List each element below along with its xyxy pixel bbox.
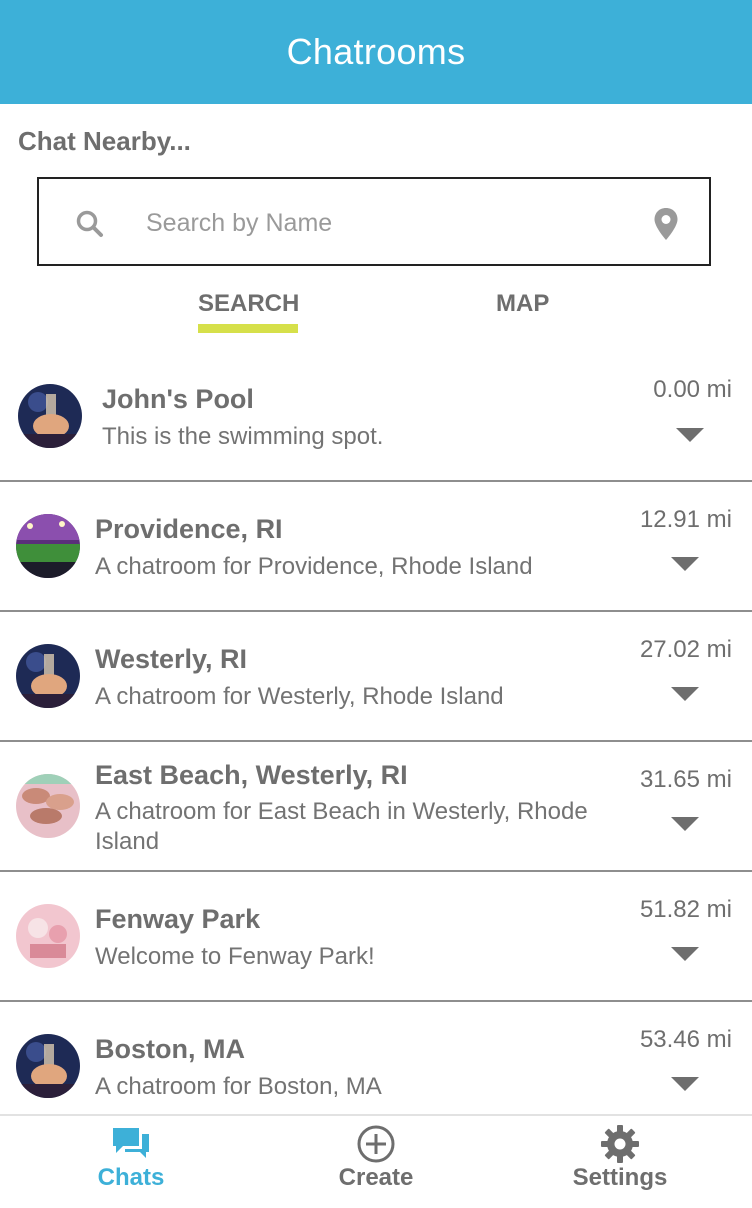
expand-caret-icon[interactable] [671,1077,699,1091]
expand-caret-icon[interactable] [671,687,699,701]
plus-circle-icon [357,1125,395,1163]
party-photo-icon [16,644,80,708]
chatroom-name: Boston, MA [95,1034,245,1064]
tab-map[interactable]: MAP [496,290,549,318]
search-input[interactable] [144,197,618,249]
search-box[interactable] [37,177,711,266]
expand-caret-icon[interactable] [671,557,699,571]
chatroom-name: Providence, RI [95,514,283,544]
expand-caret-icon[interactable] [671,947,699,961]
chatroom-distance: 53.46 mi [639,1026,732,1053]
bottom-navigation: Chats Create Settings [0,1114,752,1208]
chatroom-description: A chatroom for Westerly, Rhode Island [95,683,504,710]
chatroom-row-boston[interactable]: Boston, MA A chatroom for Boston, MA 53.… [0,1002,752,1132]
expand-caret-icon[interactable] [676,428,704,442]
chatroom-distance: 27.02 mi [639,636,732,663]
active-tab-indicator [198,324,298,333]
chatroom-row-johns-pool[interactable]: John's Pool This is the swimming spot. 0… [0,354,752,482]
tab-search[interactable]: SEARCH [198,290,299,318]
chatroom-name: Fenway Park [95,904,261,934]
page-title: Chatrooms [286,31,466,72]
avatar [16,904,80,968]
nav-chats[interactable]: Chats [51,1116,211,1208]
location-pin-icon[interactable] [653,207,679,241]
nav-settings[interactable]: Settings [540,1116,700,1208]
toast-photo-icon [16,904,80,968]
app-header: Chatrooms [0,0,752,104]
chatroom-distance: 0.00 mi [653,376,732,403]
chatroom-row-providence[interactable]: Providence, RI A chatroom for Providence… [0,482,752,612]
avatar [16,514,80,578]
chatroom-row-westerly[interactable]: Westerly, RI A chatroom for Westerly, Rh… [0,612,752,742]
nav-create[interactable]: Create [296,1116,456,1208]
chatroom-description: A chatroom for Boston, MA [95,1073,382,1100]
party-photo-icon [16,1034,80,1098]
chat-bubbles-icon [113,1128,149,1158]
expand-caret-icon[interactable] [671,817,699,831]
chatroom-row-fenway-park[interactable]: Fenway Park Welcome to Fenway Park! 51.8… [0,872,752,1002]
avatar [18,384,82,448]
nav-label: Chats [97,1164,165,1191]
search-icon [76,210,103,237]
chatroom-name: Westerly, RI [95,644,248,674]
chatroom-description: Welcome to Fenway Park! [95,943,375,970]
nav-label: Settings [572,1164,668,1191]
chatroom-description: A chatroom for East Beach in Westerly, R… [95,798,588,855]
chatroom-name: John's Pool [102,384,254,414]
avatar [16,774,80,838]
gear-icon [601,1125,639,1163]
hands-photo-icon [16,774,80,838]
chatroom-distance: 51.82 mi [639,896,732,923]
section-label: Chat Nearby... [18,126,191,156]
chatroom-name: East Beach, Westerly, RI [95,760,408,790]
chatroom-description: This is the swimming spot. [102,423,384,450]
chatroom-description: A chatroom for Providence, Rhode Island [95,553,533,580]
stadium-photo-icon [16,514,80,578]
chatroom-row-east-beach[interactable]: East Beach, Westerly, RI A chatroom for … [0,742,752,872]
party-photo-icon [18,384,82,448]
avatar [16,1034,80,1098]
nav-label: Create [338,1164,414,1191]
chatroom-distance: 12.91 mi [639,506,732,533]
avatar [16,644,80,708]
chatroom-distance: 31.65 mi [639,766,732,793]
